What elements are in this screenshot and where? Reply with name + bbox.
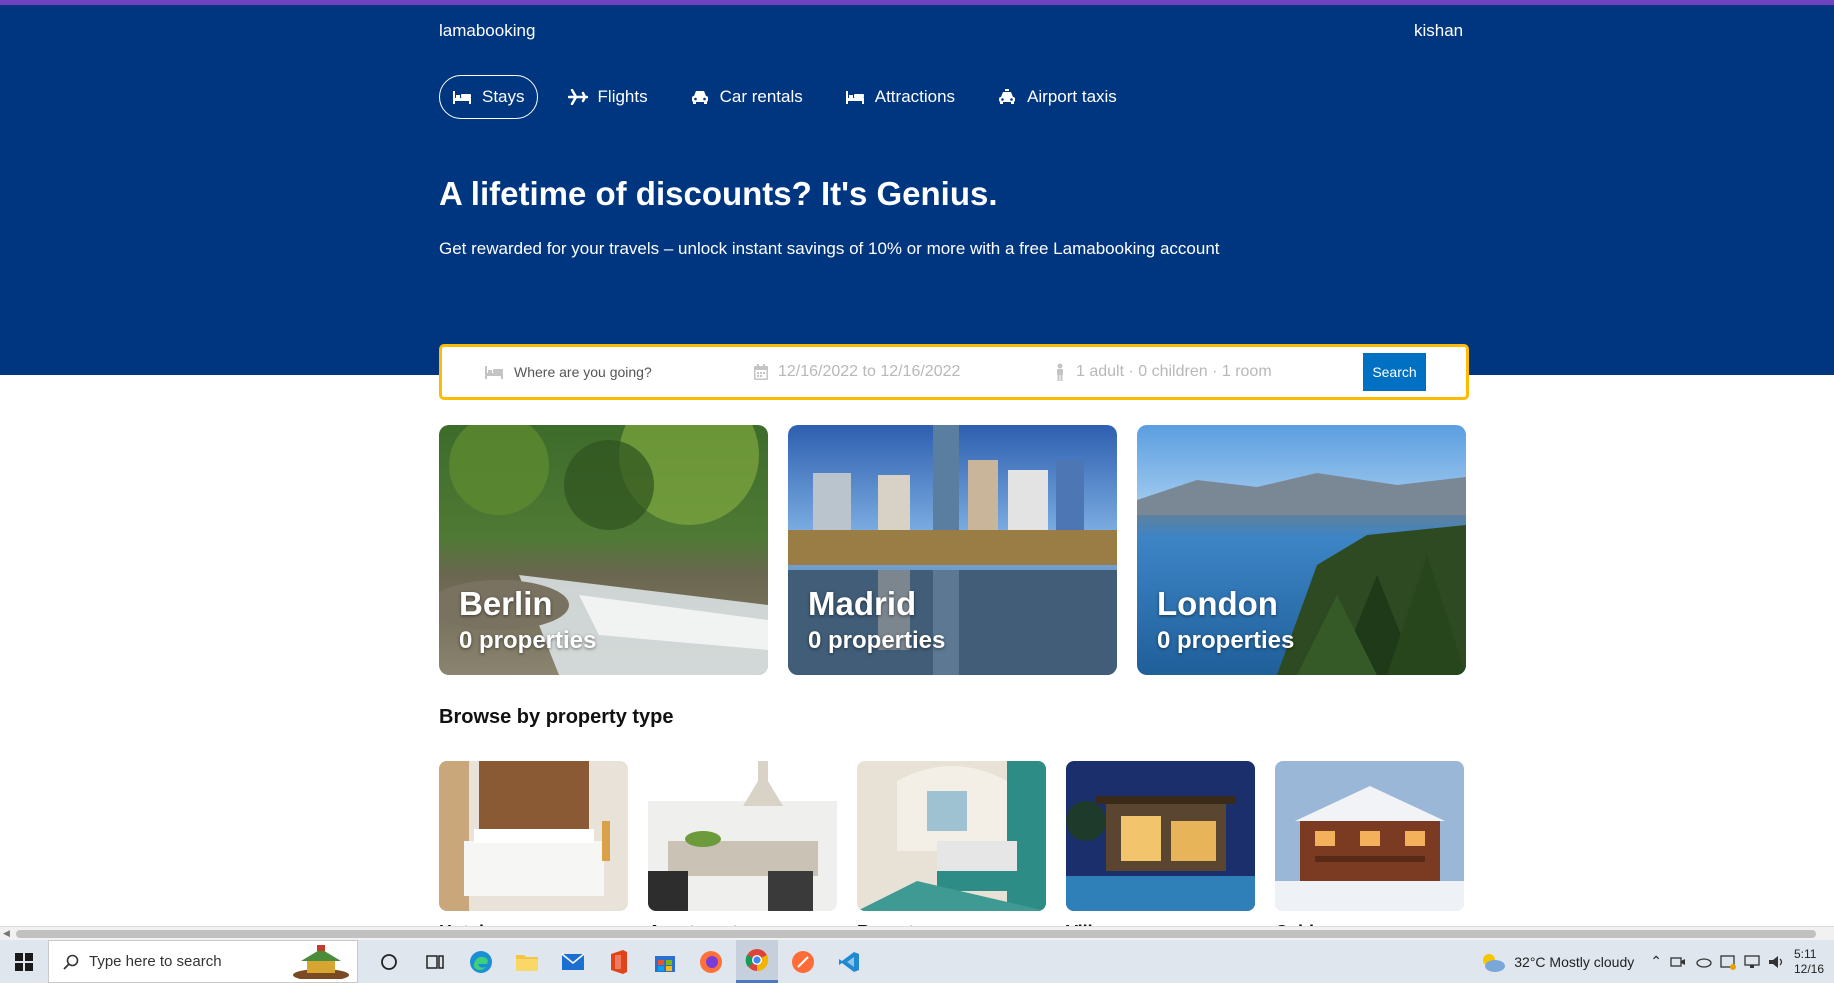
destination-field bbox=[484, 364, 724, 380]
chevron-up-icon[interactable]: ⌃ bbox=[1650, 953, 1662, 970]
windows-icon bbox=[15, 952, 33, 971]
user-name[interactable]: kishan bbox=[1414, 21, 1463, 41]
nav-item-airport-taxis[interactable]: Airport taxis bbox=[985, 75, 1129, 119]
featured-item-madrid[interactable]: Madrid 0 properties bbox=[788, 425, 1117, 675]
property-image bbox=[1066, 761, 1255, 911]
task-view-icon[interactable] bbox=[414, 940, 456, 983]
weather-text[interactable]: 32°C Mostly cloudy bbox=[1514, 954, 1634, 970]
header-nav: Stays Flights Car rentals Attractions Ai… bbox=[439, 75, 1129, 119]
taskbar-apps bbox=[368, 940, 870, 983]
property-type-villas[interactable]: Villas bbox=[1066, 761, 1255, 936]
featured-count: 0 properties bbox=[459, 627, 597, 654]
destination-input[interactable] bbox=[514, 364, 724, 380]
bed-icon bbox=[485, 366, 503, 379]
property-image bbox=[439, 761, 628, 911]
security-icon[interactable] bbox=[1720, 954, 1736, 970]
property-type-list: Hotels Apartments Resorts bbox=[439, 761, 1464, 936]
windows-taskbar: Type here to search 32°C Mostly cloudy ⌃… bbox=[0, 940, 1834, 983]
property-image bbox=[648, 761, 837, 911]
property-image bbox=[1275, 761, 1464, 911]
nav-item-car-rentals[interactable]: Car rentals bbox=[678, 75, 815, 119]
nav-label: Flights bbox=[597, 87, 648, 106]
featured-city: Madrid bbox=[808, 585, 917, 622]
scrollbar-thumb[interactable] bbox=[16, 930, 1816, 938]
site-header: lamabooking kishan Stays Flights Car ren… bbox=[0, 5, 1834, 375]
office-icon[interactable] bbox=[598, 940, 640, 983]
guests-text: 1 adult · 0 children · 1 room bbox=[1076, 363, 1272, 380]
search-bar: 12/16/2022 to 12/16/2022 1 adult · 0 chi… bbox=[439, 344, 1469, 400]
nav-label: Attractions bbox=[874, 87, 956, 106]
clock-date: 12/16 bbox=[1793, 961, 1824, 976]
featured-cities: Berlin 0 properties Madrid 0 properties bbox=[439, 425, 1466, 675]
nav-label: Stays bbox=[482, 87, 525, 106]
vscode-icon[interactable] bbox=[828, 940, 870, 983]
scroll-left-icon[interactable]: ◀ bbox=[3, 928, 10, 939]
brand-logo[interactable]: lamabooking bbox=[439, 21, 535, 41]
featured-item-london[interactable]: London 0 properties bbox=[1137, 425, 1466, 675]
property-type-cabins[interactable]: Cabins bbox=[1275, 761, 1464, 936]
date-range-text: 12/16/2022 to 12/16/2022 bbox=[778, 363, 961, 380]
nav-item-stays[interactable]: Stays bbox=[439, 75, 538, 119]
car-icon bbox=[691, 91, 708, 104]
nav-item-flights[interactable]: Flights bbox=[556, 75, 660, 119]
property-type-hotels[interactable]: Hotels bbox=[439, 761, 628, 936]
meet-icon[interactable] bbox=[1670, 955, 1686, 969]
guests-field[interactable]: 1 adult · 0 children · 1 room bbox=[1054, 363, 1272, 381]
file-explorer-icon[interactable] bbox=[506, 940, 548, 983]
clock-time: 5:11 bbox=[1793, 946, 1817, 961]
search-highlight-icon bbox=[293, 945, 349, 979]
postman-icon[interactable] bbox=[782, 940, 824, 983]
calendar-icon bbox=[754, 364, 768, 380]
chrome-icon[interactable] bbox=[736, 940, 778, 983]
taxi-icon bbox=[999, 89, 1016, 104]
search-icon bbox=[63, 954, 79, 970]
start-button[interactable] bbox=[0, 940, 48, 983]
firefox-icon[interactable] bbox=[690, 940, 732, 983]
property-type-apartments[interactable]: Apartments bbox=[648, 761, 837, 936]
network-icon[interactable] bbox=[1744, 954, 1760, 969]
nav-label: Airport taxis bbox=[1027, 87, 1117, 106]
featured-city: Berlin bbox=[459, 585, 553, 622]
date-field[interactable]: 12/16/2022 to 12/16/2022 bbox=[754, 363, 960, 381]
mail-icon[interactable] bbox=[552, 940, 594, 983]
horizontal-scrollbar[interactable]: ◀ bbox=[0, 926, 1834, 940]
volume-icon[interactable] bbox=[1768, 955, 1786, 969]
plane-icon bbox=[567, 89, 588, 105]
system-clock[interactable]: 5:11 12/16 bbox=[1794, 947, 1824, 977]
featured-city: London bbox=[1157, 585, 1278, 622]
featured-count: 0 properties bbox=[808, 627, 946, 654]
property-type-resorts[interactable]: Resorts bbox=[857, 761, 1046, 936]
hero-subtitle: Get rewarded for your travels – unlock i… bbox=[439, 239, 1220, 258]
store-icon[interactable] bbox=[644, 940, 686, 983]
edge-icon[interactable] bbox=[460, 940, 502, 983]
hero-title: A lifetime of discounts? It's Genius. bbox=[439, 175, 998, 212]
onedrive-icon[interactable] bbox=[1694, 956, 1712, 968]
person-icon bbox=[1057, 363, 1063, 381]
featured-item-berlin[interactable]: Berlin 0 properties bbox=[439, 425, 768, 675]
taskbar-search-placeholder: Type here to search bbox=[89, 953, 222, 970]
system-tray: 32°C Mostly cloudy ⌃ 5:11 12/16 bbox=[1480, 940, 1834, 983]
search-button[interactable]: Search bbox=[1363, 353, 1426, 391]
property-image bbox=[857, 761, 1046, 911]
section-title: Browse by property type bbox=[439, 706, 674, 728]
nav-label: Car rentals bbox=[719, 87, 803, 106]
bed-icon bbox=[453, 91, 471, 104]
nav-item-attractions[interactable]: Attractions bbox=[833, 75, 967, 119]
taskbar-search[interactable]: Type here to search bbox=[48, 940, 358, 983]
featured-count: 0 properties bbox=[1157, 627, 1295, 654]
bed-icon bbox=[845, 91, 864, 104]
weather-cloud-icon bbox=[1483, 953, 1506, 972]
cortana-icon[interactable] bbox=[368, 940, 410, 983]
